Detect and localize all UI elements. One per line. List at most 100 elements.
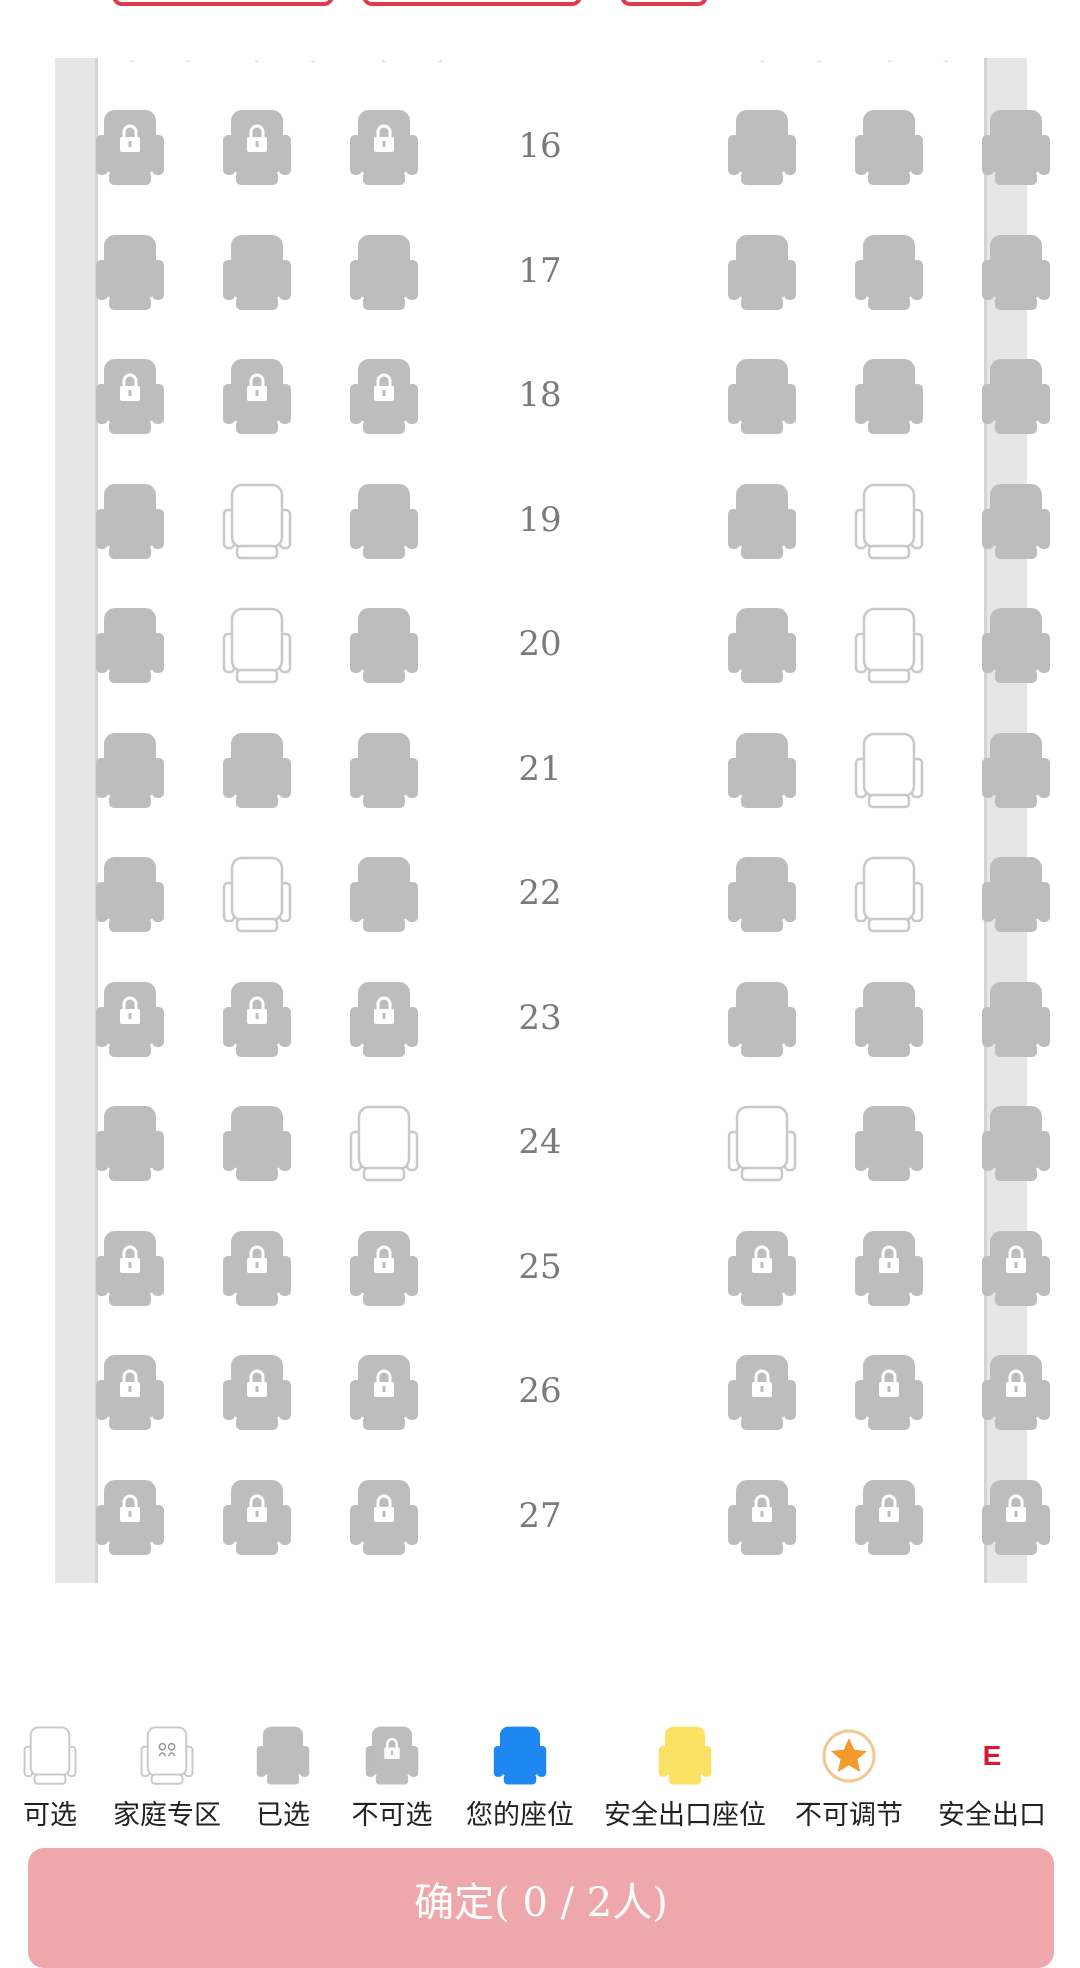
seat-row: 27 bbox=[95, 1470, 1050, 1595]
seat-map: 16 17 18 19 20 21 22 23 24 25 26 27 bbox=[95, 100, 1050, 1595]
seat-25B-locked bbox=[222, 1229, 292, 1309]
seat-19B-available[interactable] bbox=[222, 482, 292, 562]
seat-23F-occupied bbox=[981, 980, 1051, 1060]
seat-23B-locked bbox=[222, 980, 292, 1060]
seat-21E-available[interactable] bbox=[854, 731, 924, 811]
seat-25C-locked bbox=[349, 1229, 419, 1309]
top-tab-left[interactable] bbox=[112, 0, 334, 6]
seat-20A-occupied bbox=[95, 606, 165, 686]
seat-24F-occupied bbox=[981, 1104, 1051, 1184]
seat-16F-occupied bbox=[981, 108, 1051, 188]
seat-24D-available[interactable] bbox=[727, 1104, 797, 1184]
seat-icon bbox=[490, 1725, 550, 1787]
legend-label: 已选 bbox=[256, 1800, 310, 1830]
seat-17E-occupied bbox=[854, 233, 924, 313]
seat-26C-locked bbox=[349, 1353, 419, 1433]
row-number: 25 bbox=[518, 1246, 562, 1287]
seat-17A-occupied bbox=[95, 233, 165, 313]
seat-26A-locked bbox=[95, 1353, 165, 1433]
seat-22A-occupied bbox=[95, 855, 165, 935]
seat-24B-occupied bbox=[222, 1104, 292, 1184]
seat-21C-occupied bbox=[349, 731, 419, 811]
exit-icon: E bbox=[982, 1740, 1002, 1771]
seat-20B-available[interactable] bbox=[222, 606, 292, 686]
seat-23A-locked bbox=[95, 980, 165, 1060]
seat-24C-available[interactable] bbox=[349, 1104, 419, 1184]
seat-row: 23 bbox=[95, 972, 1050, 1097]
seat-icon bbox=[137, 1725, 197, 1787]
seat-26E-locked bbox=[854, 1353, 924, 1433]
seat-20C-occupied bbox=[349, 606, 419, 686]
star-icon bbox=[822, 1729, 876, 1783]
seat-17F-occupied bbox=[981, 233, 1051, 313]
seat-27D-locked bbox=[727, 1478, 797, 1558]
seat-22C-occupied bbox=[349, 855, 419, 935]
seat-18E-occupied bbox=[854, 357, 924, 437]
seat-row: 24 bbox=[95, 1096, 1050, 1221]
seat-19E-available[interactable] bbox=[854, 482, 924, 562]
seat-16A-locked bbox=[95, 108, 165, 188]
seat-25A-locked bbox=[95, 1229, 165, 1309]
confirm-button[interactable]: 确定( 0 / 2人) bbox=[28, 1848, 1054, 1968]
seat-17D-occupied bbox=[727, 233, 797, 313]
top-tab-middle[interactable] bbox=[362, 0, 582, 6]
legend: 可选 家庭专区 已选 不可选 您的座位 安全出口座位 不可调节 E 安全出口 bbox=[0, 1725, 1080, 1835]
row-number: 27 bbox=[518, 1495, 562, 1536]
top-tab-right[interactable] bbox=[620, 0, 708, 6]
seat-icon bbox=[362, 1725, 422, 1787]
seat-row: 16 bbox=[95, 100, 1050, 225]
row-number: 18 bbox=[518, 375, 562, 415]
seat-19D-occupied bbox=[727, 482, 797, 562]
seat-24E-occupied bbox=[854, 1104, 924, 1184]
legend-label: 您的座位 bbox=[466, 1800, 574, 1830]
legend-label: 家庭专区 bbox=[113, 1800, 221, 1830]
seat-21D-occupied bbox=[727, 731, 797, 811]
seat-22B-available[interactable] bbox=[222, 855, 292, 935]
seat-20E-available[interactable] bbox=[854, 606, 924, 686]
seat-18A-locked bbox=[95, 357, 165, 437]
seat-16E-occupied bbox=[854, 108, 924, 188]
seat-icon bbox=[655, 1725, 715, 1787]
seat-17C-occupied bbox=[349, 233, 419, 313]
legend-available: 可选 bbox=[20, 1725, 80, 1832]
seat-27C-locked bbox=[349, 1478, 419, 1558]
seat-25D-locked bbox=[727, 1229, 797, 1309]
row-number: 22 bbox=[518, 873, 562, 913]
seat-16D-occupied bbox=[727, 108, 797, 188]
legend-label: 不可调节 bbox=[795, 1800, 903, 1830]
legend-label: 不可选 bbox=[351, 1800, 433, 1830]
legend-label: 安全出口座位 bbox=[604, 1800, 766, 1830]
legend-exit-row: 安全出口座位 bbox=[604, 1725, 766, 1832]
seat-icon bbox=[20, 1725, 80, 1787]
seat-27B-locked bbox=[222, 1478, 292, 1558]
seat-19C-occupied bbox=[349, 482, 419, 562]
cabin-wall-left bbox=[55, 58, 98, 1583]
seat-22F-occupied bbox=[981, 855, 1051, 935]
seat-22D-occupied bbox=[727, 855, 797, 935]
seat-18F-occupied bbox=[981, 357, 1051, 437]
seat-20F-occupied bbox=[981, 606, 1051, 686]
legend-occupied: 已选 bbox=[253, 1725, 313, 1832]
legend-non-adjustable: 不可调节 bbox=[795, 1725, 903, 1832]
seat-row: 22 bbox=[95, 847, 1050, 972]
row-number: 23 bbox=[518, 997, 562, 1038]
legend-locked: 不可选 bbox=[352, 1725, 433, 1832]
legend-family: 家庭专区 bbox=[113, 1725, 221, 1832]
seat-row: 26 bbox=[95, 1345, 1050, 1470]
row-number: 16 bbox=[518, 126, 562, 166]
seat-row: 18 bbox=[95, 349, 1050, 474]
row-number: 19 bbox=[518, 499, 562, 540]
seat-21B-occupied bbox=[222, 731, 292, 811]
seat-27F-locked bbox=[981, 1478, 1051, 1558]
seat-19A-occupied bbox=[95, 482, 165, 562]
seat-22E-available[interactable] bbox=[854, 855, 924, 935]
seat-20D-occupied bbox=[727, 606, 797, 686]
seat-24A-occupied bbox=[95, 1104, 165, 1184]
row-number: 20 bbox=[518, 624, 562, 664]
row-number: 24 bbox=[518, 1122, 562, 1162]
row-number: 26 bbox=[518, 1371, 562, 1411]
seat-16C-locked bbox=[349, 108, 419, 188]
seat-26F-locked bbox=[981, 1353, 1051, 1433]
seat-18C-locked bbox=[349, 357, 419, 437]
seat-row: 25 bbox=[95, 1221, 1050, 1346]
